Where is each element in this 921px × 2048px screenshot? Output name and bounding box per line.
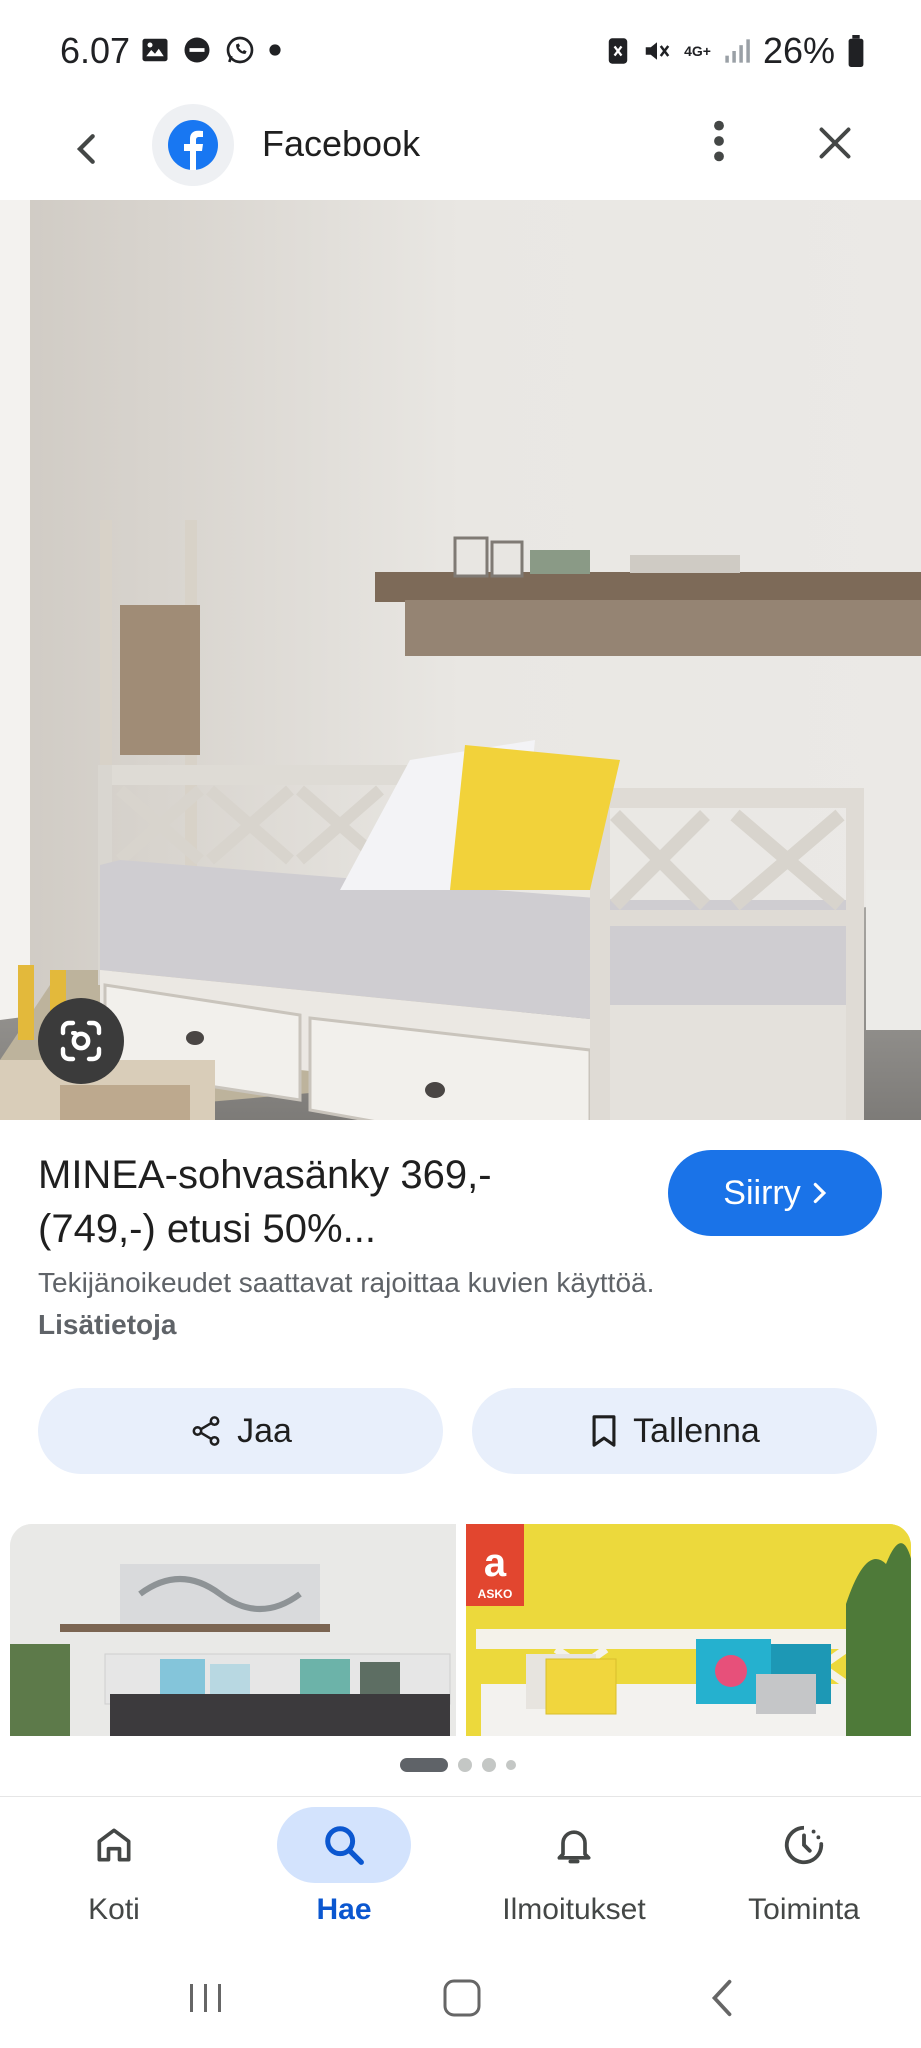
home-button[interactable] [432, 1968, 492, 2028]
chevron-right-icon [813, 1182, 826, 1204]
chevron-left-icon [711, 1979, 732, 2017]
network-type: 4G+ [684, 43, 711, 59]
search-icon [325, 1826, 364, 1865]
nav-item-search[interactable]: Hae [244, 1807, 444, 1943]
visit-button[interactable]: Siirry [668, 1150, 882, 1236]
pager-dot [482, 1758, 496, 1772]
share-label: Jaa [237, 1411, 292, 1450]
related-image-2[interactable]: a ASKO [466, 1524, 911, 1736]
nav-label-notifications: Ilmoitukset [502, 1893, 646, 1926]
nav-label-activity: Toiminta [748, 1893, 860, 1926]
bookmark-icon [592, 1415, 616, 1447]
recent-apps-icon [190, 1984, 221, 2012]
visit-button-label: Siirry [723, 1173, 801, 1212]
back-button[interactable] [62, 124, 112, 174]
mute-icon [645, 42, 670, 60]
thumbnail-daybed-dark [10, 1524, 456, 1736]
status-system-icons: 4G+ 26% [606, 30, 865, 72]
image-pager [400, 1758, 516, 1772]
bottom-navigation: Koti Hae Ilmoitukset Toiminta [0, 1796, 921, 1948]
status-notification-icons [140, 34, 282, 66]
battery-percent: 26% [762, 30, 835, 71]
more-vert-icon [714, 120, 724, 162]
nav-item-home[interactable]: Koti [14, 1807, 214, 1943]
gallery-icon [142, 38, 168, 62]
daybed-photo [0, 200, 921, 1120]
main-image[interactable] [0, 200, 921, 1120]
copyright-text: Tekijänoikeudet saattavat rajoittaa kuvi… [38, 1267, 655, 1298]
arrow-back-icon [76, 134, 95, 164]
pager-dot-active [400, 1758, 448, 1772]
source-logo [152, 104, 234, 186]
whatsapp-icon [226, 36, 254, 64]
home-square-icon [443, 1979, 481, 2017]
nav-icon-container [277, 1807, 411, 1883]
bell-icon [557, 1830, 591, 1864]
more-notifications-icon [269, 44, 281, 56]
nav-label-home: Koti [88, 1893, 140, 1926]
system-navigation-bar [0, 1950, 921, 2048]
more-options-button[interactable] [694, 116, 744, 166]
pager-dot [458, 1758, 472, 1772]
related-image-1[interactable] [10, 1524, 456, 1736]
battery-icon [848, 35, 864, 67]
status-time: 6.07 [60, 30, 131, 71]
close-button[interactable] [808, 116, 862, 170]
close-icon [819, 127, 851, 159]
copyright-notice: Tekijänoikeudet saattavat rajoittaa kuvi… [38, 1262, 678, 1346]
nav-item-activity[interactable]: Toiminta [704, 1807, 904, 1943]
do-not-disturb-icon [184, 37, 210, 63]
signal-icon [725, 39, 750, 63]
thumbnail-daybed-yellow: a ASKO [466, 1524, 911, 1736]
result-title[interactable]: MINEA-sohvasänky 369,- (749,-) etusi 50%… [38, 1148, 618, 1256]
share-icon [192, 1416, 220, 1446]
system-back-button[interactable] [692, 1968, 752, 2028]
home-icon [97, 1828, 131, 1862]
status-bar: 6.07 4G+ 26% [0, 0, 921, 104]
nav-icon-container [507, 1807, 641, 1883]
save-button[interactable]: Tallenna [472, 1388, 877, 1474]
nav-icon-container [737, 1807, 871, 1883]
nfc-icon [608, 38, 628, 64]
share-button[interactable]: Jaa [38, 1388, 443, 1474]
lens-search-button[interactable] [38, 998, 124, 1084]
svg-text:a: a [484, 1541, 507, 1585]
source-title: Facebook [262, 123, 421, 164]
more-info-link[interactable]: Lisätietoja [38, 1309, 176, 1340]
save-label: Tallenna [633, 1411, 760, 1450]
nav-item-notifications[interactable]: Ilmoitukset [474, 1807, 674, 1943]
nav-icon-container [47, 1807, 181, 1883]
header-bar: Facebook [0, 104, 921, 200]
nav-label-search: Hae [316, 1893, 372, 1926]
pager-dot [506, 1760, 516, 1770]
facebook-icon [168, 120, 218, 170]
recent-apps-button[interactable] [176, 1968, 236, 2028]
google-lens-icon [60, 1020, 102, 1062]
activity-icon [784, 1825, 824, 1865]
asko-logo-text: ASKO [478, 1587, 513, 1601]
